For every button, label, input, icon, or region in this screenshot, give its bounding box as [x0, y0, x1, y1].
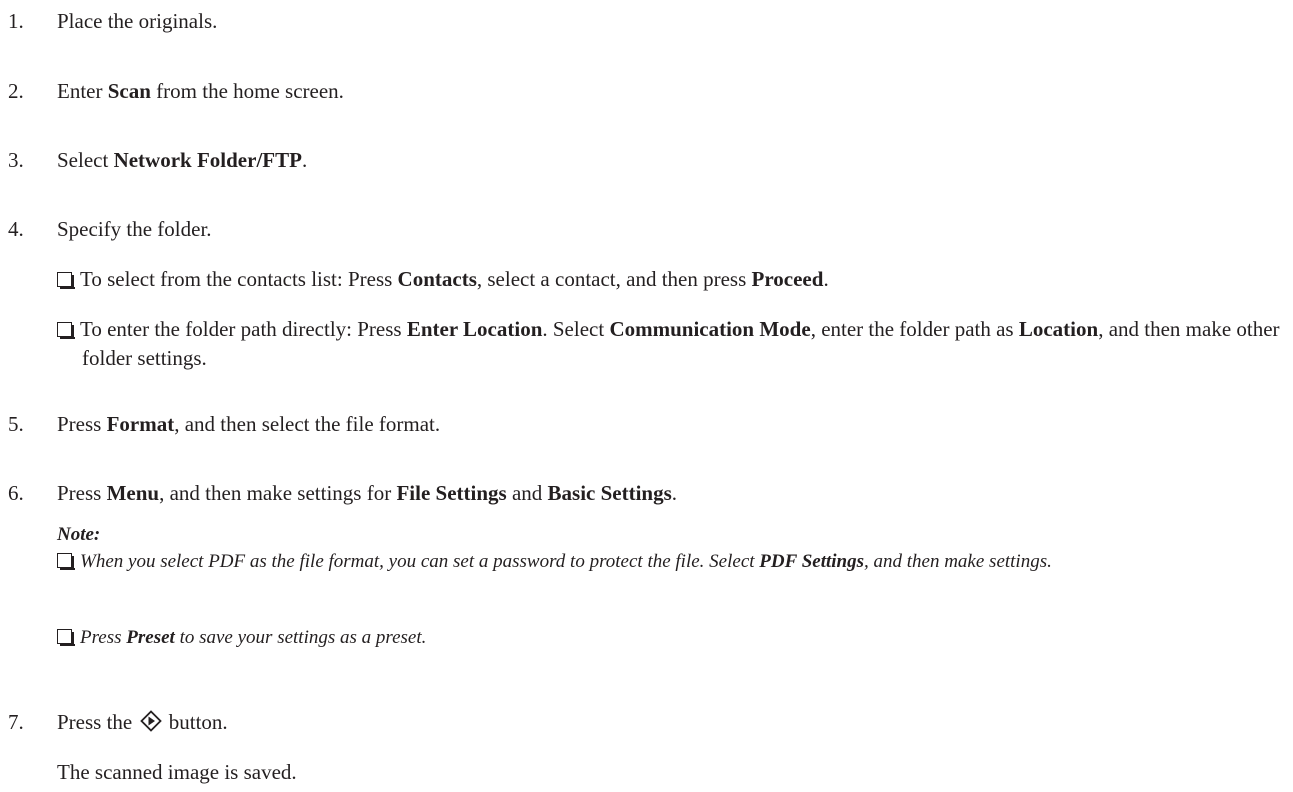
- ui-term: PDF Settings: [759, 551, 864, 572]
- text-run: and: [506, 481, 548, 505]
- ui-term: File Settings: [396, 481, 507, 505]
- step-text: Select Network Folder/FTP.: [57, 146, 307, 175]
- ui-term: Communication Mode: [609, 317, 811, 341]
- text-run: , enter the folder path as: [810, 317, 1019, 341]
- text-run: . Select: [542, 317, 610, 341]
- text-run: Select: [57, 148, 114, 172]
- step-4-option-2: To enter the folder path directly: Press…: [57, 315, 1293, 373]
- ui-term: Format: [106, 412, 175, 436]
- note-item-2: Press Preset to save your settings as a …: [57, 624, 1293, 652]
- text-run: , and then select the file format.: [174, 412, 441, 436]
- step-text: Press Format, and then select the file f…: [57, 410, 440, 439]
- ui-term: Location: [1018, 317, 1099, 341]
- step-number: 1.: [8, 9, 24, 33]
- ui-term: Menu: [106, 481, 160, 505]
- text-run: Press the: [57, 710, 138, 734]
- text-run: .: [671, 481, 678, 505]
- text-run: button.: [163, 710, 228, 734]
- step-text: Specify the folder.: [57, 217, 212, 241]
- step-number: 3.: [8, 148, 24, 172]
- ui-term: Proceed: [751, 267, 824, 291]
- step-number: 7.: [8, 710, 24, 734]
- checkbox-bullet-icon: [57, 629, 75, 646]
- note-label: Note:: [57, 522, 1287, 548]
- text-run: from the home screen.: [150, 79, 344, 103]
- ui-term: Basic Settings: [547, 481, 672, 505]
- ui-term: Scan: [107, 79, 151, 103]
- text-run: To select from the contacts list: Press: [80, 267, 398, 291]
- text-run: to save your settings as a preset.: [174, 627, 427, 648]
- ui-term: Preset: [126, 627, 175, 648]
- ui-term: Contacts: [397, 267, 477, 291]
- text-run: , and then make settings for: [159, 481, 397, 505]
- text-run: To enter the folder path directly: Press: [80, 317, 407, 341]
- checkbox-bullet-icon: [57, 272, 75, 289]
- start-button-icon: [139, 710, 162, 740]
- text-run: Press: [57, 481, 107, 505]
- ui-term: Network Folder/FTP: [113, 148, 302, 172]
- step-number: 6.: [8, 481, 24, 505]
- step-text: Place the originals.: [57, 9, 218, 33]
- note-heading: Note:: [57, 524, 101, 545]
- step-number: 5.: [8, 412, 24, 436]
- text-run: When you select PDF as the file format, …: [80, 551, 760, 572]
- text-run: , select a contact, and then press: [476, 267, 752, 291]
- step-7-result: The scanned image is saved.: [57, 758, 1287, 787]
- checkbox-bullet-icon: [57, 553, 75, 570]
- note-item-1: When you select PDF as the file format, …: [57, 548, 1293, 576]
- step-text: Press the button.: [57, 708, 228, 740]
- text-run: .: [301, 148, 308, 172]
- step-text: Enter Scan from the home screen.: [57, 77, 344, 106]
- text-run: .: [823, 267, 829, 291]
- step-number: 4.: [8, 217, 24, 241]
- text-run: Press: [80, 627, 127, 648]
- text-run: Enter: [57, 79, 108, 103]
- step-text: Press Menu, and then make settings for F…: [57, 479, 677, 508]
- ui-term: Enter Location: [406, 317, 543, 341]
- checkbox-bullet-icon: [57, 322, 75, 339]
- text-run: Press: [57, 412, 107, 436]
- step-number: 2.: [8, 79, 24, 103]
- step-4-option-1: To select from the contacts list: Press …: [57, 265, 1293, 294]
- result-text: The scanned image is saved.: [57, 760, 297, 784]
- text-run: , and then make settings.: [864, 551, 1052, 572]
